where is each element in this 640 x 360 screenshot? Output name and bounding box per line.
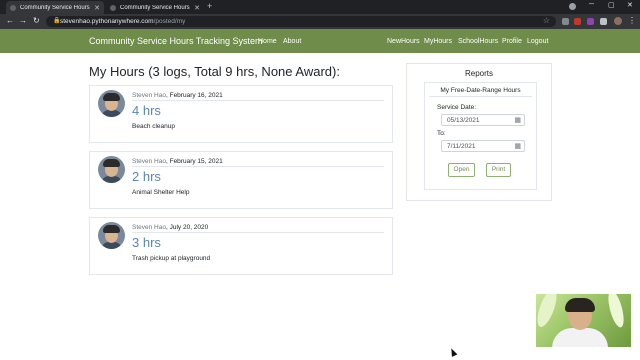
to-date-value: 7/11/2021 (447, 143, 476, 150)
log-description: Beach cleanup (132, 123, 176, 130)
back-icon[interactable]: ← (6, 16, 14, 25)
puzzle-icon[interactable] (600, 18, 607, 25)
avatar (98, 222, 125, 249)
browser-toolbar: ← → ↻ 🔒 stevenhao.pythonanywhere.com/pos… (0, 14, 640, 29)
avatar (98, 156, 125, 183)
log-description: Trash pickup at playground (132, 255, 211, 262)
log-card: Steven Hao, July 20, 2020 3 hrs Trash pi… (89, 217, 393, 275)
log-meta: Steven Hao, February 15, 2021 (132, 158, 223, 165)
url-path: /posted/my (153, 18, 186, 25)
nav-logout[interactable]: Logout (527, 38, 548, 45)
tab-label: Community Service Hours (20, 4, 90, 11)
extension-icon[interactable] (587, 18, 594, 25)
log-hours[interactable]: 4 hrs (132, 103, 161, 118)
extension-icon[interactable] (574, 18, 581, 25)
reload-icon[interactable]: ↻ (33, 16, 40, 25)
reports-title: Reports (464, 69, 493, 78)
menu-dots-icon[interactable]: ⋮ (628, 16, 636, 25)
mouse-cursor-icon (448, 347, 458, 357)
maximize-icon[interactable]: ▢ (608, 1, 615, 9)
nav-newhours[interactable]: NewHours (387, 38, 420, 45)
close-icon[interactable]: ✕ (94, 4, 100, 12)
log-meta: Steven Hao, July 20, 2020 (132, 224, 209, 231)
close-window-icon[interactable]: ✕ (627, 1, 633, 9)
calendar-icon[interactable]: ▦ (514, 116, 521, 124)
print-button[interactable]: Print (486, 163, 511, 177)
log-description: Animal Shelter Help (132, 189, 190, 196)
date-range-box: My Free-Date-Range Hours Service Date: 0… (424, 82, 537, 190)
log-card: Steven Hao, February 15, 2021 2 hrs Anim… (89, 151, 393, 209)
log-author[interactable]: Steven Hao (132, 158, 166, 165)
tab-label: Community Service Hours (120, 4, 190, 11)
service-date-label: Service Date: (437, 104, 477, 111)
log-card: Steven Hao, February 16, 2021 4 hrs Beac… (89, 85, 393, 143)
nav-profile[interactable]: Profile (502, 38, 522, 45)
open-button[interactable]: Open (448, 163, 475, 177)
divider (132, 166, 384, 167)
date-range-title: My Free-Date-Range Hours (440, 87, 521, 94)
service-date-value: 05/13/2021 (447, 117, 480, 124)
to-date-input[interactable]: 7/11/2021 ▦ (441, 140, 525, 152)
log-date: July 20, 2020 (169, 224, 209, 231)
browser-tab[interactable]: Community Service Hours ✕ (106, 1, 204, 14)
star-icon[interactable]: ☆ (543, 16, 550, 25)
calendar-icon[interactable]: ▦ (514, 142, 521, 150)
close-icon[interactable]: ✕ (194, 4, 200, 12)
globe-icon (10, 4, 16, 11)
app-navbar: Community Service Hours Tracking System … (0, 29, 640, 53)
brand-title[interactable]: Community Service Hours Tracking System (89, 36, 263, 46)
url-text: stevenhao.pythonanywhere.com/posted/my (60, 18, 185, 25)
webcam-overlay (536, 294, 631, 347)
log-date: February 16, 2021 (169, 92, 223, 99)
profile-icon[interactable] (569, 3, 576, 10)
to-date-label: To: (437, 130, 446, 137)
address-bar[interactable]: 🔒 stevenhao.pythonanywhere.com/posted/my… (46, 16, 556, 27)
divider (429, 96, 532, 97)
log-hours[interactable]: 2 hrs (132, 169, 161, 184)
page-title: My Hours (3 logs, Total 9 hrs, None Awar… (89, 64, 340, 79)
log-hours[interactable]: 3 hrs (132, 235, 161, 250)
nav-schoolhours[interactable]: SchoolHours (458, 38, 498, 45)
forward-icon[interactable]: → (19, 16, 27, 25)
reports-panel: Reports My Free-Date-Range Hours Service… (406, 63, 552, 201)
log-author[interactable]: Steven Hao (132, 224, 166, 231)
service-date-input[interactable]: 05/13/2021 ▦ (441, 114, 525, 126)
log-meta: Steven Hao, February 16, 2021 (132, 92, 223, 99)
browser-tabstrip: Community Service Hours ✕ Community Serv… (0, 0, 640, 14)
url-domain: stevenhao.pythonanywhere.com (60, 18, 154, 25)
divider (132, 232, 384, 233)
nav-home[interactable]: Home (258, 38, 277, 45)
account-avatar[interactable] (614, 17, 622, 25)
log-date: February 15, 2021 (169, 158, 223, 165)
log-author[interactable]: Steven Hao (132, 92, 166, 99)
browser-tab-active[interactable]: Community Service Hours ✕ (6, 1, 104, 14)
minimize-icon[interactable]: ─ (589, 1, 594, 8)
nav-myhours[interactable]: MyHours (424, 38, 452, 45)
nav-about[interactable]: About (283, 38, 301, 45)
avatar (98, 90, 125, 117)
extension-icon[interactable] (562, 18, 569, 25)
new-tab-icon[interactable]: + (207, 1, 212, 11)
divider (132, 100, 384, 101)
globe-icon (110, 4, 116, 11)
